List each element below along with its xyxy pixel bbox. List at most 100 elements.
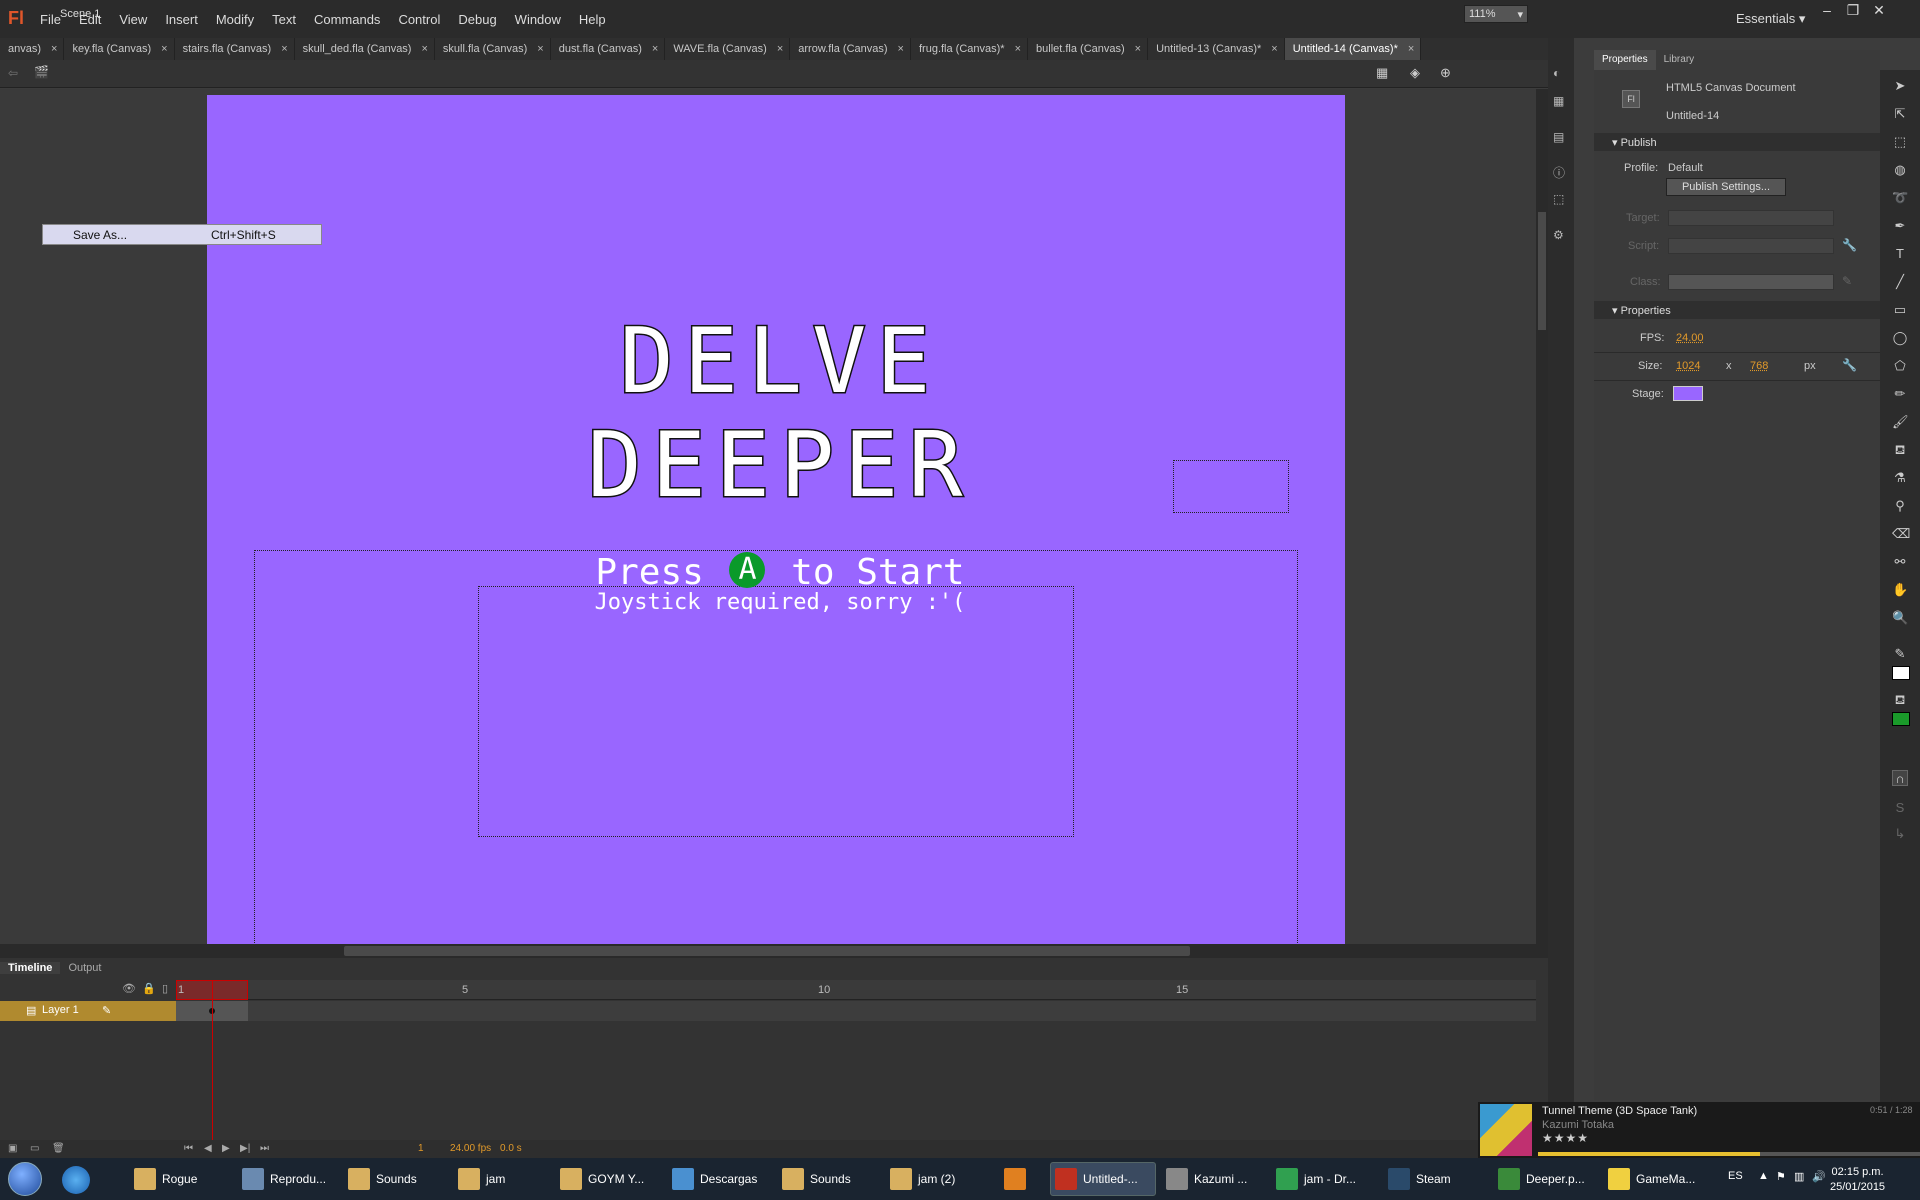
track-rating[interactable]: ★★★★	[1542, 1131, 1589, 1145]
taskbar-button[interactable]: GameMa...	[1604, 1162, 1708, 1196]
workspace-switcher[interactable]: Essentials ▾	[1736, 11, 1805, 27]
play-icon[interactable]: ▶	[222, 1143, 230, 1154]
clock[interactable]: 02:15 p.m. 25/01/2015	[1830, 1165, 1885, 1195]
menu-window[interactable]: Window	[515, 12, 561, 27]
close-tab-icon[interactable]: ×	[1271, 43, 1277, 55]
align-icon[interactable]: ▦	[1553, 94, 1564, 108]
empty-text-box[interactable]	[1173, 460, 1289, 513]
restore-icon[interactable]: ❐	[1840, 2, 1866, 19]
oval-tool-icon[interactable]: ◯	[1892, 330, 1908, 346]
frames-row[interactable]	[176, 1001, 1536, 1021]
properties-section-header[interactable]: ▾ Properties	[1594, 301, 1880, 319]
close-tab-icon[interactable]: ×	[652, 43, 658, 55]
fps-readout[interactable]: 24.00 fps	[450, 1143, 491, 1154]
start-button[interactable]	[8, 1162, 42, 1196]
close-tab-icon[interactable]: ×	[537, 43, 543, 55]
tab-output[interactable]: Output	[60, 962, 109, 974]
components-icon[interactable]: ▤	[1553, 130, 1564, 144]
transform-icon[interactable]: ⬚	[1553, 192, 1564, 206]
close-tab-icon[interactable]: ×	[281, 43, 287, 55]
close-icon[interactable]: ✕	[1866, 2, 1892, 19]
polystar-tool-icon[interactable]: ⬠	[1892, 358, 1908, 374]
free-transform-icon[interactable]: ⬚	[1892, 134, 1908, 150]
edit-scene-icon[interactable]: ▦	[1376, 65, 1388, 81]
doc-tab[interactable]: skull.fla (Canvas) ×	[435, 38, 551, 60]
publish-section-header[interactable]: ▾ Publish	[1594, 133, 1880, 151]
eye-icon[interactable]: 👁	[122, 982, 136, 995]
rectangle-tool-icon[interactable]: ▭	[1892, 302, 1908, 318]
close-tab-icon[interactable]: ×	[421, 43, 427, 55]
lasso-icon[interactable]: ➰	[1892, 190, 1908, 206]
straighten-icon[interactable]: ↳	[1892, 826, 1908, 842]
last-frame-icon[interactable]: ⏭	[260, 1143, 269, 1154]
close-tab-icon[interactable]: ×	[1135, 43, 1141, 55]
close-tab-icon[interactable]: ×	[777, 43, 783, 55]
stage-color-swatch[interactable]	[1673, 386, 1703, 401]
subselection-tool-icon[interactable]: ⇱	[1892, 106, 1908, 122]
new-folder-icon[interactable]: ▭	[30, 1143, 39, 1154]
doc-tab[interactable]: bullet.fla (Canvas) ×	[1028, 38, 1149, 60]
minimize-icon[interactable]: –	[1814, 2, 1840, 19]
stage-width[interactable]: 1024	[1676, 360, 1700, 372]
smooth-icon[interactable]: S	[1892, 800, 1908, 816]
vertical-scroll-thumb[interactable]	[1538, 212, 1546, 330]
text-tool-icon[interactable]: T	[1892, 246, 1908, 262]
menu-text[interactable]: Text	[272, 12, 296, 27]
info-icon[interactable]: ⓘ	[1553, 164, 1565, 181]
prev-frame-icon[interactable]: ◀	[204, 1143, 212, 1154]
taskbar-button[interactable]: jam (2)	[886, 1162, 986, 1196]
tab-properties[interactable]: Properties	[1594, 50, 1656, 70]
current-frame[interactable]: 1	[418, 1143, 424, 1154]
tab-timeline[interactable]: Timeline	[0, 962, 61, 974]
publish-settings-button[interactable]: Publish Settings...	[1666, 178, 1786, 196]
language-indicator[interactable]: ES	[1728, 1170, 1743, 1182]
close-tab-icon[interactable]: ×	[51, 43, 57, 55]
doc-tab[interactable]: WAVE.fla (Canvas) ×	[665, 38, 791, 60]
hand-tool-icon[interactable]: ✋	[1892, 582, 1908, 598]
frame-ruler[interactable]	[176, 980, 1536, 1000]
doc-tab[interactable]: Untitled-13 (Canvas)* ×	[1148, 38, 1285, 60]
first-frame-icon[interactable]: ⏮	[184, 1143, 193, 1154]
close-tab-icon[interactable]: ×	[1015, 43, 1021, 55]
network-icon[interactable]: ▥	[1794, 1170, 1804, 1183]
snap-magnet-icon[interactable]: ∩	[1892, 770, 1908, 786]
center-stage-icon[interactable]: ⊕	[1440, 65, 1451, 81]
stroke-swatch[interactable]	[1892, 666, 1910, 680]
eyedropper-icon[interactable]: ⚲	[1892, 498, 1908, 514]
bone-tool-icon[interactable]: ⚯	[1892, 554, 1908, 570]
close-tab-icon[interactable]: ×	[161, 43, 167, 55]
horizontal-scroll-thumb[interactable]	[344, 946, 1190, 956]
taskbar-button[interactable]: Sounds	[778, 1162, 880, 1196]
text-field-box-inner[interactable]	[478, 586, 1074, 837]
menu-help[interactable]: Help	[579, 12, 606, 27]
stage-height[interactable]: 768	[1750, 360, 1768, 372]
close-tab-icon[interactable]: ×	[898, 43, 904, 55]
code-snippets-icon[interactable]: ⚙	[1553, 228, 1564, 242]
ink-bottle-icon[interactable]: ⚗	[1892, 470, 1908, 486]
taskbar-button[interactable]: jam	[454, 1162, 550, 1196]
size-wrench-icon[interactable]: 🔧	[1842, 358, 1857, 372]
menu-commands[interactable]: Commands	[314, 12, 380, 27]
doc-tab[interactable]: stairs.fla (Canvas) ×	[175, 38, 295, 60]
taskbar-button[interactable]: Kazumi ...	[1162, 1162, 1266, 1196]
pencil-tool-icon[interactable]: ✏	[1892, 386, 1908, 402]
doc-tab[interactable]: key.fla (Canvas) ×	[64, 38, 175, 60]
menu-modify[interactable]: Modify	[216, 12, 254, 27]
menu-control[interactable]: Control	[398, 12, 440, 27]
motion-presets-icon[interactable]: ◐	[1553, 66, 1560, 80]
doc-tab[interactable]: arrow.fla (Canvas) ×	[790, 38, 911, 60]
taskbar-button[interactable]: Reprodu...	[238, 1162, 338, 1196]
doc-tab[interactable]: dust.fla (Canvas) ×	[551, 38, 666, 60]
pen-tool-icon[interactable]: ✒	[1892, 218, 1908, 234]
zoom-select[interactable]: 111% ▾	[1464, 5, 1528, 23]
3d-rotation-icon[interactable]: ◍	[1892, 162, 1908, 178]
new-layer-icon[interactable]: ▣	[8, 1143, 17, 1154]
tab-library[interactable]: Library	[1656, 50, 1703, 70]
taskbar-button[interactable]: Rogue	[130, 1162, 230, 1196]
fill-color-icon[interactable]: ⛾	[1892, 692, 1908, 708]
menu-debug[interactable]: Debug	[458, 12, 496, 27]
taskbar-button[interactable]: Deeper.p...	[1494, 1162, 1598, 1196]
brush-tool-icon[interactable]: 🖌	[1892, 414, 1909, 430]
back-arrow-icon[interactable]: ⇦	[8, 66, 18, 80]
doc-tab[interactable]: skull_ded.fla (Canvas) ×	[295, 38, 435, 60]
